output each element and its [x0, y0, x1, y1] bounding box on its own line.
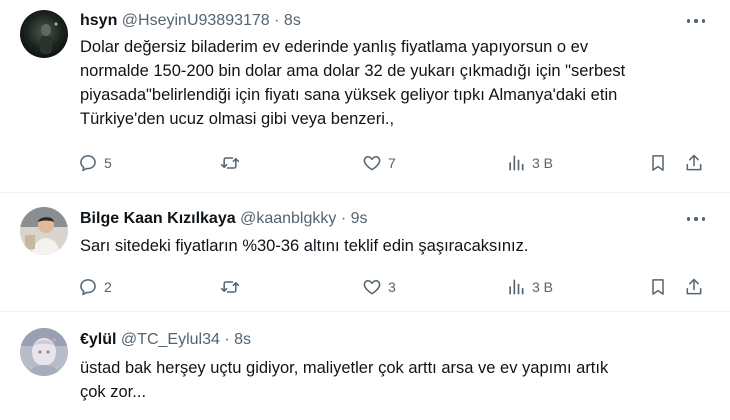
tweet-text-line: Dolar değersiz biladerim ev ederinde yan… — [80, 38, 589, 56]
bookmark-button[interactable] — [648, 151, 668, 175]
tweet-1[interactable]: hsyn @HseyinU93893178 · 8s Dolar değersi… — [0, 0, 730, 190]
bookmark-icon — [652, 155, 664, 171]
tweet-text: Dolar değersiz biladerim ev ederinde yan… — [80, 35, 704, 131]
separator: · — [224, 331, 230, 348]
view-count: 3 B — [532, 279, 554, 295]
heart-icon — [363, 280, 381, 295]
repost-icon — [220, 281, 240, 293]
author-handle[interactable]: @TC_Eylul34 — [121, 331, 220, 348]
tweet-header: Bilge Kaan Kızılkaya @kaanblgkky · 9s — [80, 209, 368, 229]
separator: · — [340, 210, 347, 227]
views-chart-icon — [509, 279, 524, 295]
author-name[interactable]: hsyn — [80, 12, 117, 29]
repost-icon — [220, 157, 240, 169]
more-icon[interactable] — [680, 209, 712, 229]
repost-button[interactable] — [220, 151, 246, 175]
timestamp[interactable]: 8s — [284, 12, 301, 29]
reply-count: 5 — [104, 155, 112, 171]
reply-count: 2 — [104, 279, 112, 295]
reply-button[interactable]: 2 — [78, 275, 112, 299]
reply-icon — [80, 155, 96, 172]
tweet-2[interactable]: Bilge Kaan Kızılkaya @kaanblgkky · 9s Sa… — [0, 193, 730, 311]
bookmark-button[interactable] — [648, 275, 668, 299]
repost-button[interactable] — [220, 275, 246, 299]
share-button[interactable] — [684, 151, 704, 175]
action-bar: 2 3 3 B — [78, 275, 708, 299]
tweet-text-line: üstad bak herşey uçtu gidiyor, maliyetle… — [80, 359, 609, 377]
share-icon — [686, 154, 702, 171]
tweet-header: €ylül @TC_Eylul34 · 8s — [80, 330, 251, 350]
share-icon — [686, 278, 702, 295]
like-count: 3 — [388, 279, 396, 295]
author-name[interactable]: Bilge Kaan Kızılkaya — [80, 210, 236, 227]
reply-button[interactable]: 5 — [78, 151, 112, 175]
avatar[interactable] — [20, 10, 68, 58]
like-count: 7 — [388, 155, 396, 171]
tweet-text: üstad bak herşey uçtu gidiyor, maliyetle… — [80, 356, 704, 404]
avatar[interactable] — [20, 328, 68, 376]
tweet-text-line: çok zor... — [80, 383, 147, 401]
heart-icon — [363, 156, 381, 171]
timestamp[interactable]: 8s — [234, 331, 251, 348]
reply-icon — [80, 279, 96, 296]
view-count: 3 B — [532, 155, 554, 171]
tweet-3[interactable]: €ylül @TC_Eylul34 · 8s üstad bak herşey … — [0, 312, 730, 420]
separator: · — [274, 12, 280, 29]
tweet-text-line: normalde 150-200 bin dolar ama dolar 32 … — [80, 62, 626, 80]
author-handle[interactable]: @HseyinU93893178 — [122, 12, 270, 29]
avatar[interactable] — [20, 207, 68, 255]
like-button[interactable]: 7 — [362, 151, 396, 175]
views-chart-icon — [509, 155, 524, 171]
tweet-text: Sarı sitedeki fiyatların %30-36 altını t… — [80, 234, 704, 258]
tweet-header: hsyn @HseyinU93893178 · 8s — [80, 11, 301, 31]
author-name[interactable]: €ylül — [80, 331, 116, 348]
bookmark-icon — [652, 279, 664, 295]
views-button[interactable]: 3 B — [506, 275, 553, 299]
like-button[interactable]: 3 — [362, 275, 396, 299]
more-icon[interactable] — [680, 11, 712, 31]
tweet-text-line: Türkiye'den ucuz olmasi gibi veya benzer… — [80, 110, 395, 128]
tweet-text-line: Sarı sitedeki fiyatların %30-36 altını t… — [80, 237, 529, 255]
author-handle[interactable]: @kaanblgkky — [240, 210, 336, 227]
tweet-text-line: piyasada"belirlendiği için fiyatı sana y… — [80, 86, 618, 104]
timestamp[interactable]: 9s — [351, 210, 368, 227]
action-bar: 5 7 3 B — [78, 151, 708, 175]
share-button[interactable] — [684, 275, 704, 299]
views-button[interactable]: 3 B — [506, 151, 553, 175]
